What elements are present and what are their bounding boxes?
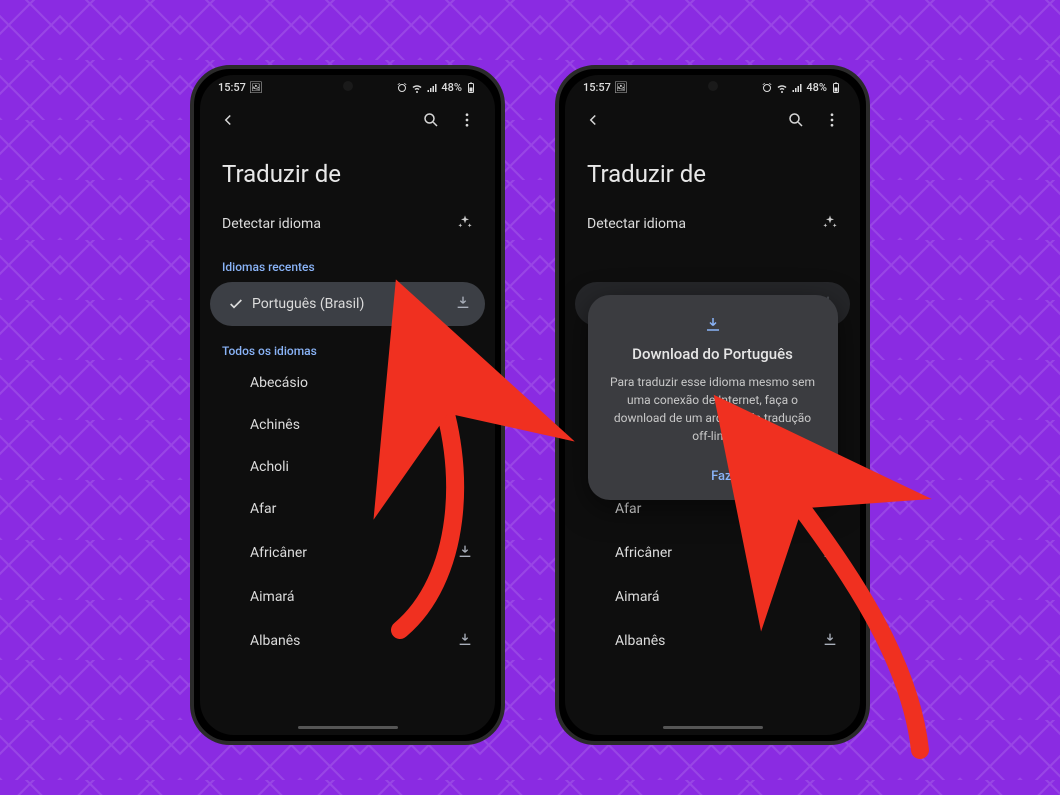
detect-language-label: Detectar idioma	[222, 216, 321, 232]
language-list[interactable]: Abecásio Achinês Acholi Afar Africâner	[200, 362, 495, 664]
phone-left: 15:57 🖼 48%	[190, 65, 505, 745]
download-icon	[608, 315, 818, 337]
list-item[interactable]: Aimará	[200, 576, 495, 618]
gesture-bar	[298, 726, 398, 729]
status-bar: 15:57 🖼 48%	[200, 75, 495, 96]
signal-icon	[426, 82, 438, 94]
battery-text: 48%	[441, 81, 462, 94]
alarm-icon	[396, 82, 408, 94]
list-item[interactable]: Africâner	[200, 530, 495, 576]
language-label: Abecásio	[246, 375, 473, 391]
status-right: 48%	[396, 81, 477, 94]
recent-section-label: Idiomas recentes	[200, 246, 495, 278]
language-label: Albanês	[246, 633, 457, 649]
dialog-title: Download do Português	[608, 345, 818, 363]
status-time: 15:57 🖼	[218, 81, 263, 94]
wifi-icon	[411, 82, 423, 94]
list-item[interactable]: Achinês	[200, 404, 495, 446]
download-icon[interactable]	[457, 543, 473, 563]
battery-icon	[465, 82, 477, 94]
language-label: Acholi	[246, 459, 473, 475]
search-button[interactable]	[417, 106, 445, 134]
back-button[interactable]	[214, 106, 242, 134]
list-item[interactable]: Afar	[200, 488, 495, 530]
language-label: Afar	[246, 501, 473, 517]
sparkle-icon	[457, 214, 473, 234]
screen-left: 15:57 🖼 48%	[200, 75, 495, 735]
recent-language-label: Português (Brasil)	[248, 296, 455, 312]
detect-language-row[interactable]: Detectar idioma	[200, 202, 495, 246]
phone-right: 15:57 🖼 48% Traduzir de Detectar idioma	[555, 65, 870, 745]
recent-language-row[interactable]: Português (Brasil)	[210, 282, 485, 326]
dialog-backdrop[interactable]: Download do Português Para traduzir esse…	[565, 75, 860, 735]
list-item[interactable]: Albanês	[200, 618, 495, 664]
download-icon[interactable]	[455, 294, 471, 314]
list-item[interactable]: Acholi	[200, 446, 495, 488]
app-bar	[200, 96, 495, 140]
all-section-label: Todos os idiomas	[200, 330, 495, 362]
download-dialog: Download do Português Para traduzir esse…	[588, 295, 838, 500]
list-item[interactable]: Abecásio	[200, 362, 495, 404]
download-icon[interactable]	[457, 631, 473, 651]
check-icon	[224, 296, 248, 312]
language-label: Achinês	[246, 417, 473, 433]
language-label: Aimará	[246, 589, 473, 605]
screen-right: 15:57 🖼 48% Traduzir de Detectar idioma	[565, 75, 860, 735]
more-button[interactable]	[453, 106, 481, 134]
page-title: Traduzir de	[200, 140, 495, 202]
dialog-confirm-button[interactable]: Fazer o download	[608, 463, 818, 486]
stage: 15:57 🖼 48%	[0, 0, 1060, 795]
dialog-body: Para traduzir esse idioma mesmo sem uma …	[608, 373, 818, 445]
language-label: Africâner	[246, 545, 457, 561]
